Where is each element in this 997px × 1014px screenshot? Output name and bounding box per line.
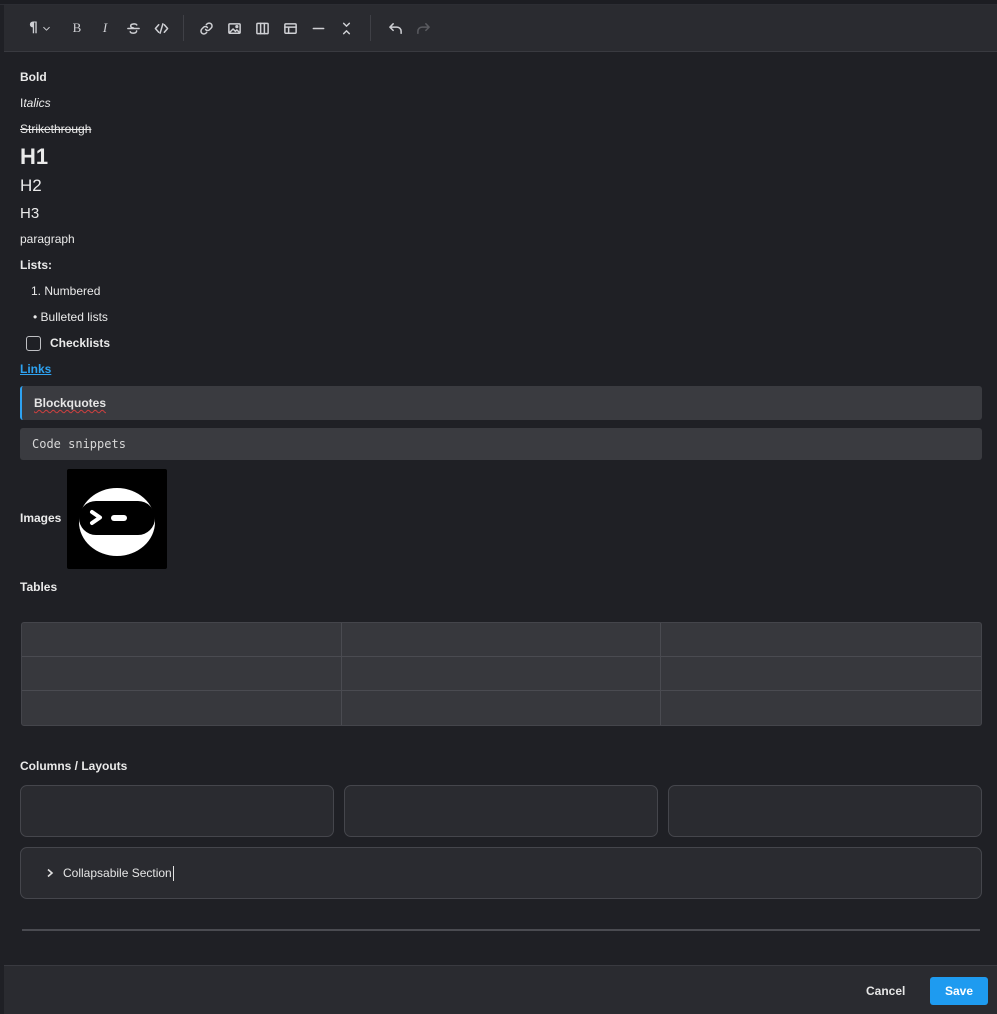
table-cell[interactable] — [661, 691, 981, 725]
cancel-button[interactable]: Cancel — [856, 978, 915, 1004]
code-icon — [154, 22, 168, 34]
layout-column-1[interactable] — [20, 785, 334, 837]
table — [21, 622, 982, 726]
footer: Cancel Save — [4, 965, 997, 1014]
italic-text: Italics — [20, 96, 51, 110]
bold-button[interactable]: B — [63, 14, 91, 42]
heading-1: H1 — [20, 144, 49, 169]
table-cell[interactable] — [22, 691, 342, 725]
text-cursor — [172, 865, 174, 881]
lists-label: Lists: — [20, 258, 53, 272]
columns-label: Columns / Layouts — [20, 759, 128, 773]
tables-label: Tables — [20, 580, 58, 594]
layout-column-2[interactable] — [344, 785, 658, 837]
image-icon — [227, 22, 241, 34]
table-cell[interactable] — [342, 691, 662, 725]
editor-toolbar: ¶ B I — [4, 5, 997, 52]
images-label: Images — [20, 511, 62, 525]
code-button[interactable] — [147, 14, 175, 42]
paragraph-style-dropdown[interactable]: ¶ — [22, 14, 58, 42]
table-cell[interactable] — [661, 657, 981, 691]
horizontal-rule-icon — [312, 27, 324, 29]
collapsible-section[interactable]: Collapsabile Section — [20, 847, 982, 899]
table-button[interactable] — [276, 14, 304, 42]
link-button[interactable] — [192, 14, 220, 42]
bold-text: Bold — [20, 70, 47, 84]
layout-column-3[interactable] — [668, 785, 982, 837]
redo-button[interactable] — [409, 14, 437, 42]
paragraph-icon: ¶ — [29, 20, 38, 36]
table-cell[interactable] — [661, 623, 981, 657]
code-snippet: Code snippets — [20, 428, 982, 460]
chevron-right-icon[interactable] — [45, 868, 55, 878]
editor-content[interactable]: Bold Italics Strikethrough H1 H2 H3 para… — [4, 52, 997, 965]
undo-icon — [388, 22, 402, 34]
embedded-image[interactable] — [67, 469, 167, 569]
italic-text-rest: talics — [23, 96, 51, 110]
table-cell[interactable] — [341, 623, 662, 657]
collapsible-button[interactable] — [332, 14, 360, 42]
italic-button[interactable]: I — [91, 14, 119, 42]
redo-icon — [416, 22, 430, 34]
blockquote-text: Blockquotes — [34, 396, 107, 410]
horizontal-rule — [22, 929, 980, 931]
table-cell[interactable] — [22, 623, 342, 657]
terminal-logo-icon — [79, 488, 155, 556]
image-button[interactable] — [220, 14, 248, 42]
horizontal-rule-button[interactable] — [304, 14, 332, 42]
save-button[interactable]: Save — [930, 977, 988, 1005]
heading-3: H3 — [20, 205, 40, 222]
checklist-checkbox[interactable] — [26, 336, 41, 351]
strikethrough-icon — [126, 22, 140, 34]
bold-icon: B — [72, 20, 82, 35]
checklist-item-label: Checklists — [50, 336, 111, 350]
collapsible-title: Collapsabile Section — [63, 866, 172, 880]
columns-icon — [255, 22, 269, 34]
undo-button[interactable] — [381, 14, 409, 42]
blockquote: Blockquotes — [20, 386, 982, 420]
link-text[interactable]: Links — [20, 362, 51, 376]
table-cell[interactable] — [341, 657, 662, 691]
table-icon — [283, 22, 297, 34]
columns-button[interactable] — [248, 14, 276, 42]
link-icon — [199, 21, 213, 35]
collapse-icon — [342, 22, 350, 34]
bulleted-list-item: • Bulleted lists — [33, 310, 108, 324]
strikethrough-text: Strikethrough — [20, 122, 92, 136]
heading-2: H2 — [20, 176, 42, 195]
italic-icon: I — [102, 20, 108, 35]
paragraph-text: paragraph — [20, 232, 75, 246]
strikethrough-button[interactable] — [119, 14, 147, 42]
table-cell[interactable] — [22, 657, 342, 691]
numbered-list-item: 1. Numbered — [31, 284, 101, 298]
chevron-down-icon — [43, 26, 50, 31]
